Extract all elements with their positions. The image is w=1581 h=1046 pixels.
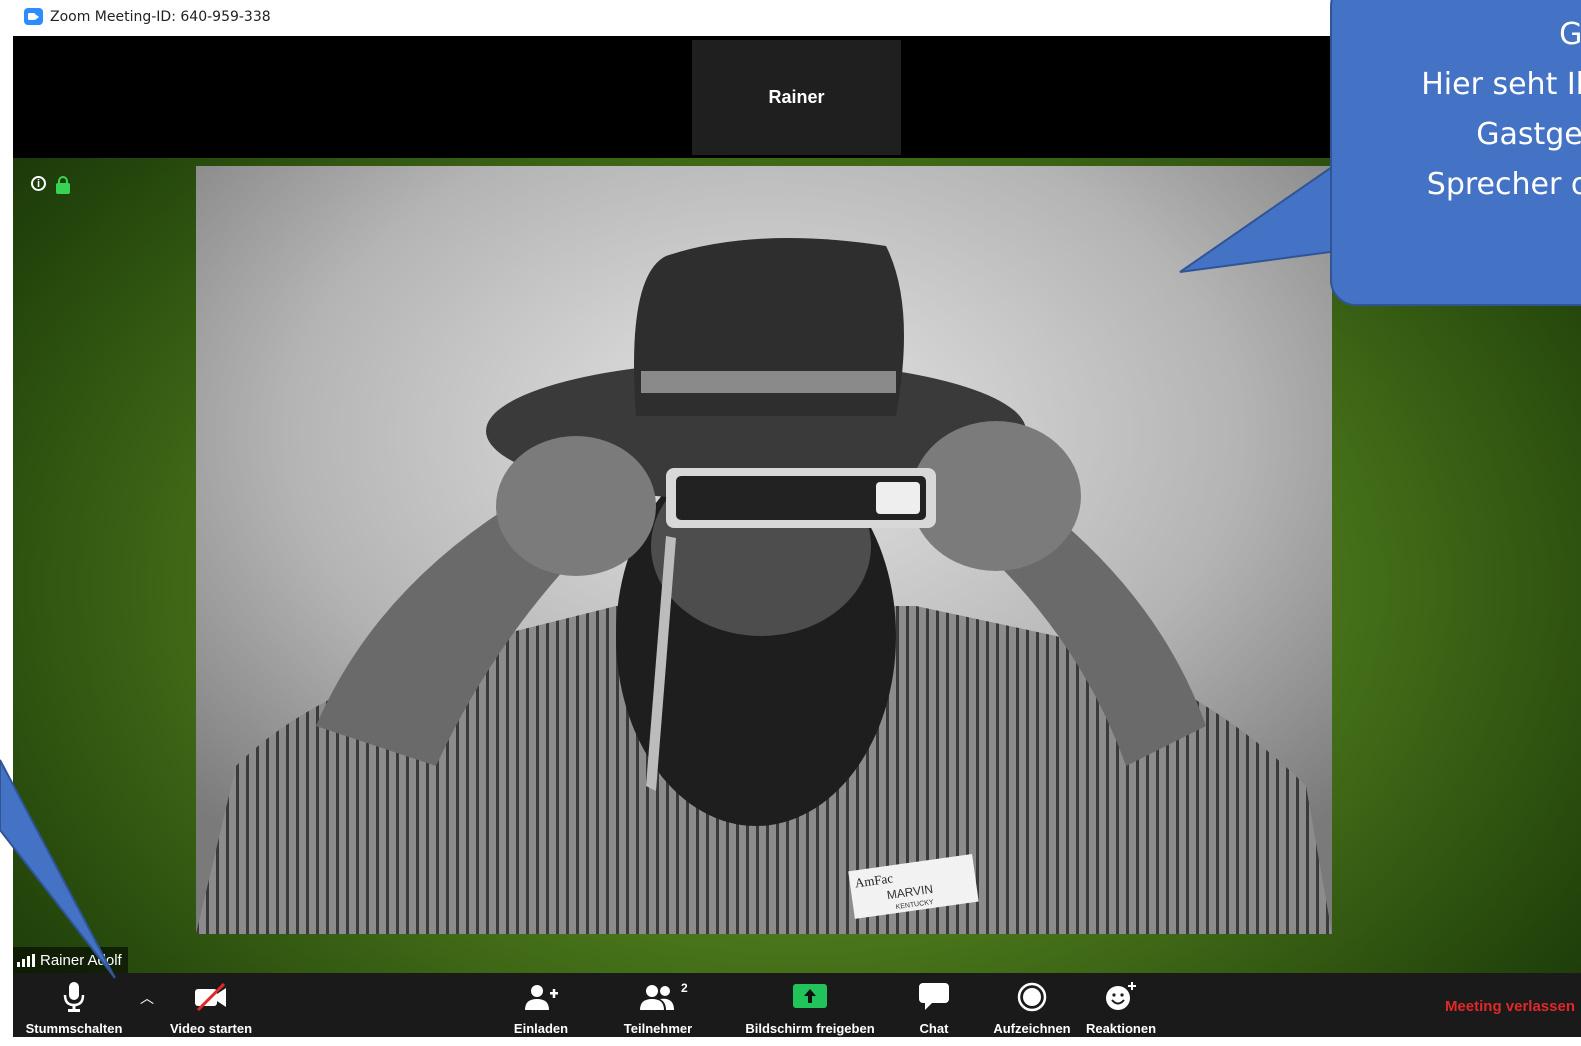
video-off-icon xyxy=(194,979,228,1015)
speaker-thumbnail[interactable]: Rainer xyxy=(692,40,901,155)
invite-button[interactable]: Einladen xyxy=(501,973,581,1037)
meeting-toolbar: Stummschalten ︿ Video starten Einladen T… xyxy=(13,973,1581,1037)
reaction-emoji-icon xyxy=(1105,979,1137,1015)
reactions-button[interactable]: Reaktionen xyxy=(1079,973,1163,1037)
callout-line-5: l xyxy=(1330,210,1581,260)
participants-icon xyxy=(640,979,676,1015)
video-image: AmFac MARVIN KENTUCKY xyxy=(196,166,1332,934)
audio-options-chevron-icon[interactable]: ︿ xyxy=(140,988,154,1008)
signal-strength-icon xyxy=(17,953,35,967)
callout-text: Ge Hier seht Ih Gastgeb Sprecher o l xyxy=(1330,10,1581,260)
share-screen-icon xyxy=(793,979,827,1015)
callout-line-1: Ge xyxy=(1559,17,1581,52)
participants-label: Teilnehmer xyxy=(623,1021,693,1036)
participant-name: Rainer Adolf xyxy=(40,951,122,969)
microphone-icon xyxy=(62,979,86,1015)
meeting-status-icons: i xyxy=(31,176,70,194)
mute-button[interactable]: Stummschalten xyxy=(16,973,132,1037)
participants-button[interactable]: Teilnehmer xyxy=(613,973,703,1037)
speaker-thumbnail-name: Rainer xyxy=(768,87,825,107)
chat-button[interactable]: Chat xyxy=(906,973,962,1037)
leave-meeting-button[interactable]: Meeting verlassen xyxy=(1445,998,1575,1015)
callout-line-3: Gastgeb xyxy=(1476,117,1581,152)
participants-count-badge: 2 xyxy=(681,981,688,995)
share-screen-label: Bildschirm freigeben xyxy=(745,1021,875,1036)
record-label: Aufzeichnen xyxy=(993,1021,1071,1036)
zoom-logo-icon xyxy=(24,8,43,25)
participant-name-label: Rainer Adolf xyxy=(13,947,128,973)
share-screen-button[interactable]: Bildschirm freigeben xyxy=(731,973,889,1037)
invite-label: Einladen xyxy=(513,1021,569,1036)
chat-label: Chat xyxy=(919,1021,949,1036)
start-video-label: Video starten xyxy=(169,1021,253,1036)
record-button[interactable]: Aufzeichnen xyxy=(987,973,1077,1037)
info-icon[interactable]: i xyxy=(31,176,46,191)
encryption-lock-icon[interactable] xyxy=(56,176,70,194)
mute-label: Stummschalten xyxy=(25,1021,123,1036)
active-speaker-video: AmFac MARVIN KENTUCKY xyxy=(196,166,1332,934)
start-video-button[interactable]: Video starten xyxy=(161,973,261,1037)
add-user-icon xyxy=(524,979,558,1015)
callout-line-2: Hier seht Ih xyxy=(1421,67,1581,102)
window-title: Zoom Meeting-ID: 640-959-338 xyxy=(50,9,271,25)
callout-line-4: Sprecher o xyxy=(1426,167,1581,202)
record-icon xyxy=(1017,979,1047,1015)
chat-icon xyxy=(919,979,949,1015)
reactions-label: Reaktionen xyxy=(1085,1021,1157,1036)
